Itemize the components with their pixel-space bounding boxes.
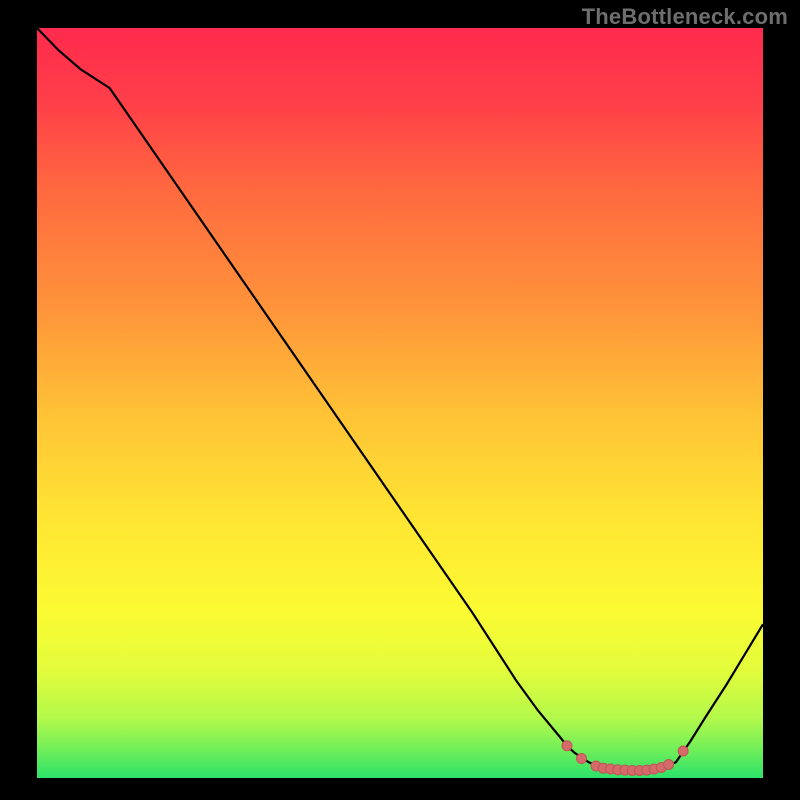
marker-dot (577, 754, 587, 764)
marker-dot (562, 741, 572, 751)
marker-dot (678, 746, 688, 756)
chart-plot (37, 28, 763, 778)
marker-dot (664, 760, 674, 770)
chart-frame: TheBottleneck.com (0, 0, 800, 800)
watermark-text: TheBottleneck.com (582, 4, 788, 30)
